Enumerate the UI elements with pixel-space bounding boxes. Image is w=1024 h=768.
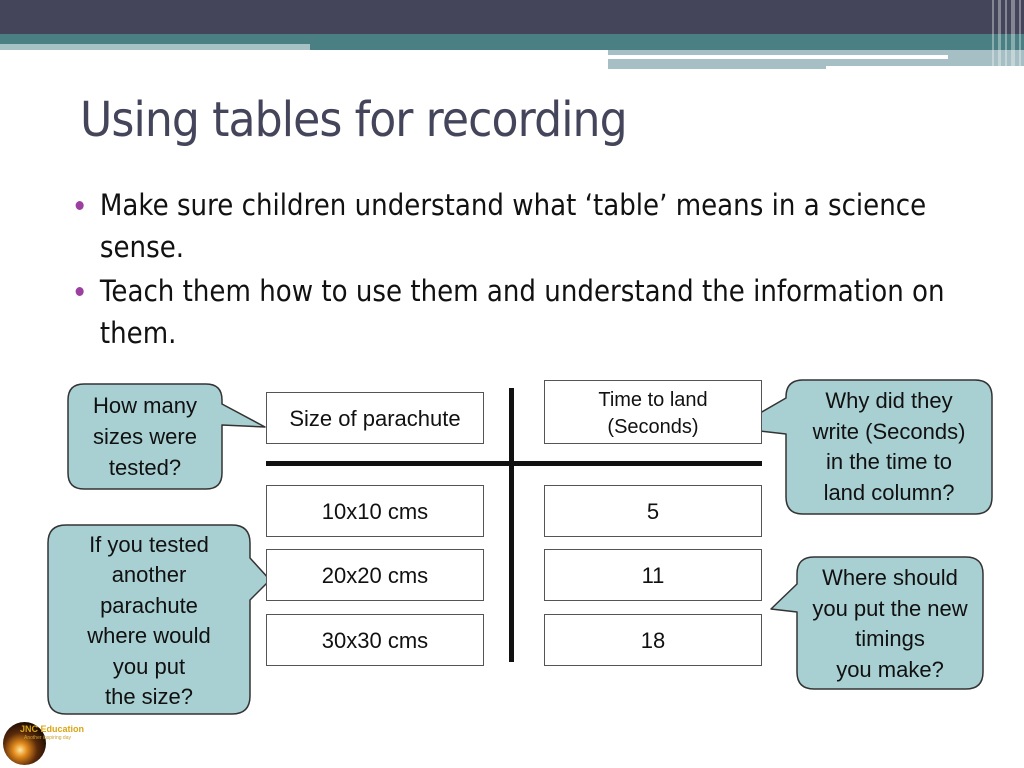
header-line: (Seconds) — [607, 416, 699, 438]
callout-line: How many — [93, 392, 197, 418]
slide-title: Using tables for recording — [80, 92, 628, 148]
callout-line: write (Seconds) — [812, 418, 966, 444]
logo-name: JNC Education — [20, 724, 85, 734]
table-cell-time: 5 — [544, 485, 762, 537]
header-band-dark — [0, 0, 1024, 34]
callout-line: timings — [855, 626, 925, 651]
bullet-item: Make sure children understand what ‘tabl… — [72, 184, 964, 268]
bullet-dot-icon — [75, 201, 84, 210]
callout-new-timings: Where should you put the new timings you… — [797, 563, 983, 685]
table-cell-size: 20x20 cms — [266, 549, 484, 601]
header-line: Time to land — [598, 389, 708, 411]
callout-why-seconds: Why did they write (Seconds) in the time… — [786, 386, 992, 508]
header-white-line — [608, 55, 948, 59]
callout-line: you put — [112, 653, 186, 679]
table-vertical-divider — [509, 388, 514, 662]
callout-sizes-tested: How many sizes were tested? — [68, 390, 222, 482]
callout-line: Where should — [822, 565, 958, 590]
bullet-item: Teach them how to use them and understan… — [72, 270, 964, 354]
callout-line: where would — [87, 623, 211, 648]
table-cell-size: 30x30 cms — [266, 614, 484, 666]
header-band-light-left — [0, 44, 310, 50]
table-cell-time: 11 — [544, 549, 762, 601]
logo-tagline: Another inspiring day — [24, 735, 71, 741]
bullet-text: Make sure children understand what ‘tabl… — [99, 188, 927, 264]
callout-line: tested? — [108, 454, 182, 480]
bullet-list: Make sure children understand what ‘tabl… — [72, 184, 972, 356]
header-stripes — [990, 0, 1024, 70]
callout-line: If you tested — [89, 531, 209, 557]
callout-line: Why did they — [825, 388, 953, 413]
header-time-to-land: Time to land (Seconds) — [544, 380, 762, 444]
callout-line: in the time to — [826, 449, 952, 474]
callout-line: another — [111, 562, 187, 587]
header-size-of-parachute: Size of parachute — [266, 392, 484, 444]
table-cell-time: 18 — [544, 614, 762, 666]
callout-line: land column? — [823, 479, 955, 505]
callout-another-parachute: If you tested another parachute where wo… — [48, 529, 250, 713]
callout-line: sizes were — [93, 423, 197, 449]
bullet-text: Teach them how to use them and understan… — [99, 274, 945, 350]
table-horizontal-divider — [266, 461, 762, 466]
callout-line: you make? — [836, 656, 944, 682]
bullet-dot-icon — [75, 287, 84, 296]
callout-line: the size? — [104, 684, 194, 709]
callout-line: you put the new — [812, 595, 968, 621]
callout-line: parachute — [100, 592, 198, 618]
table-cell-size: 10x10 cms — [266, 485, 484, 537]
